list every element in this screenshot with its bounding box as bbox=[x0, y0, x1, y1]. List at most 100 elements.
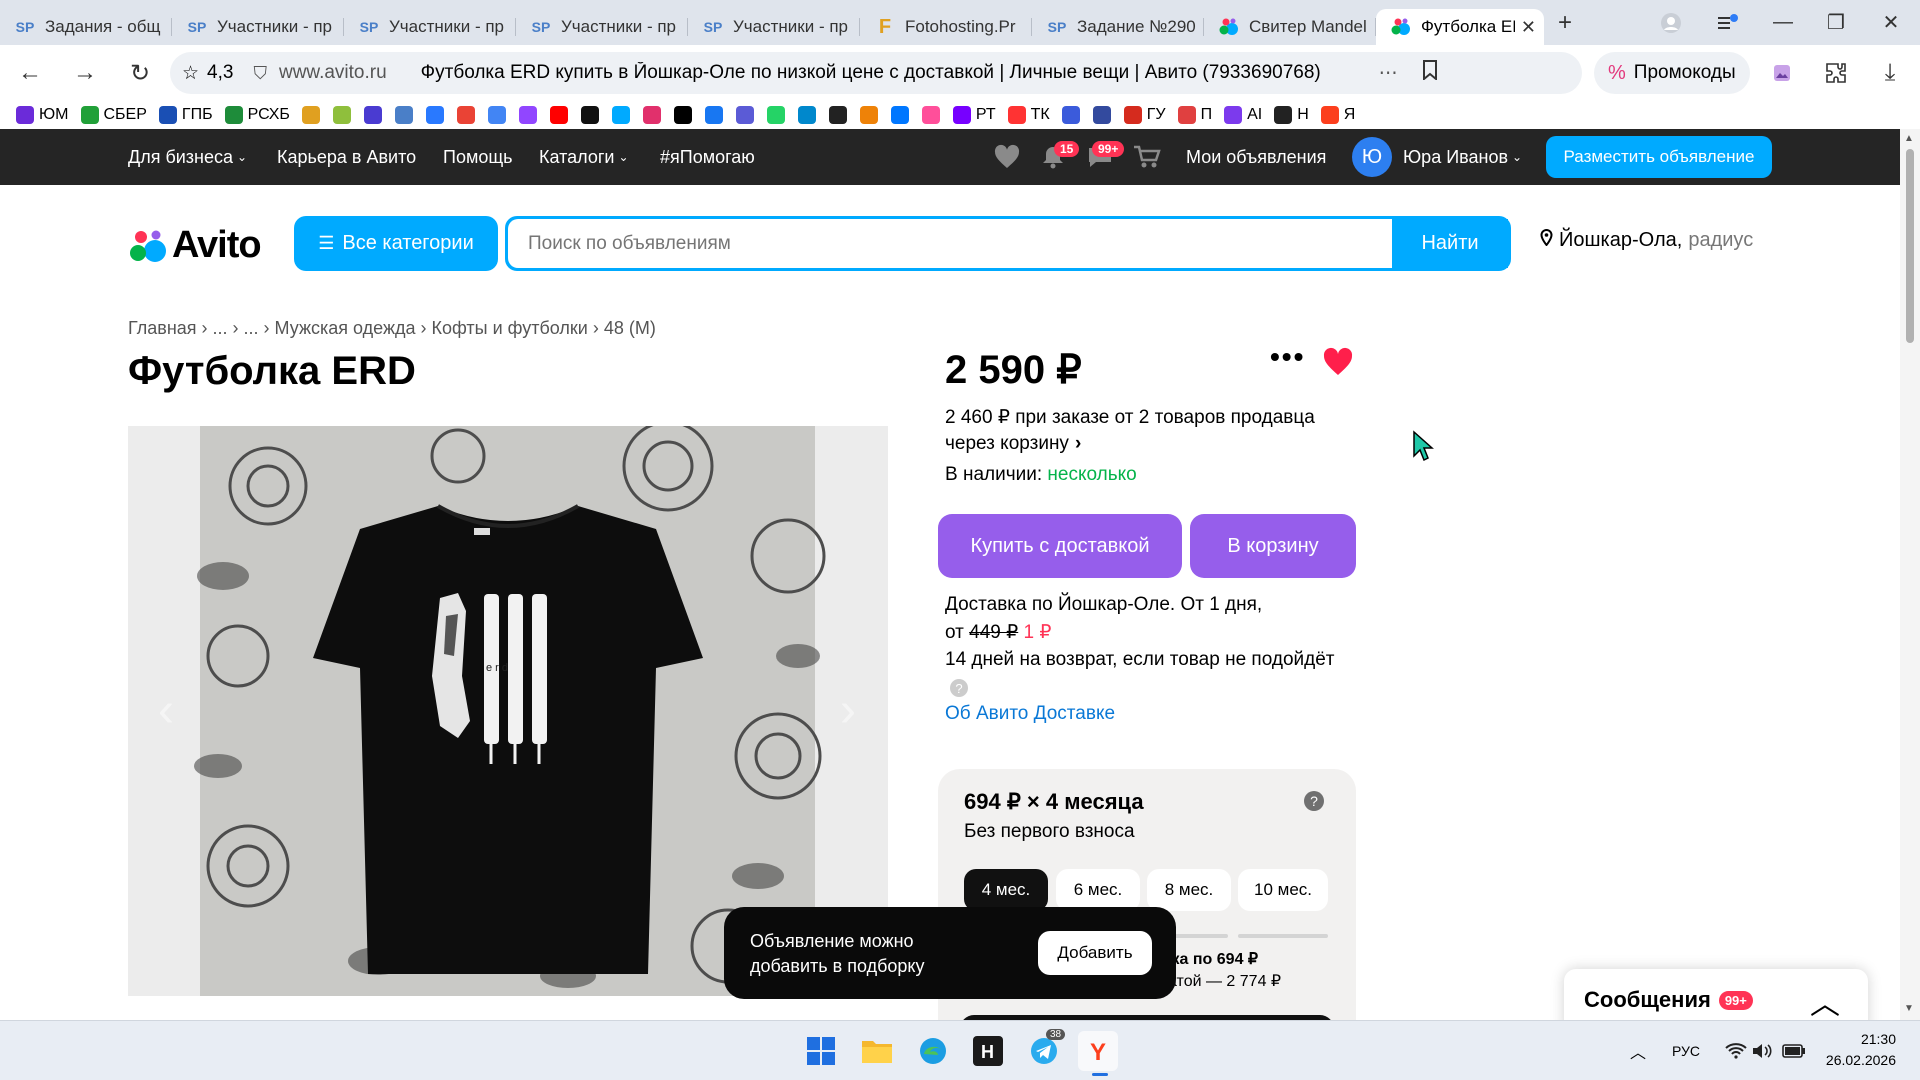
clock-time[interactable]: 21:30 bbox=[1826, 1031, 1896, 1047]
browser-tab[interactable]: SP Участники - пр bbox=[172, 9, 344, 45]
bookmark-item[interactable]: AI bbox=[1224, 106, 1262, 124]
minimize-icon[interactable]: — bbox=[1758, 0, 1808, 45]
language-indicator[interactable]: РУС bbox=[1666, 1031, 1706, 1071]
bookmark-item[interactable]: РСХБ bbox=[224, 106, 290, 124]
toast-add-button[interactable]: Добавить bbox=[1038, 931, 1152, 975]
breadcrumb-item[interactable]: Кофты и футболки bbox=[432, 318, 588, 338]
tray-chevron-up-icon[interactable]: ︿ bbox=[1618, 1031, 1658, 1071]
bookmark-item[interactable]: СБЕР bbox=[80, 106, 147, 124]
search-button[interactable]: Найти bbox=[1392, 219, 1508, 268]
bookmark-item[interactable] bbox=[704, 106, 728, 124]
favorites-icon[interactable] bbox=[993, 129, 1021, 185]
promo-button[interactable]: % Промокоды bbox=[1594, 52, 1750, 94]
gallery-next-icon[interactable]: › bbox=[840, 684, 856, 737]
location-selector[interactable]: Йошкар-Ола, радиус bbox=[1540, 228, 1753, 252]
notifications-icon[interactable]: 15 bbox=[1040, 129, 1080, 185]
bookmark-item[interactable] bbox=[518, 106, 542, 124]
nav-ihelp[interactable]: #яПомогаю bbox=[660, 129, 755, 185]
bookmark-item[interactable]: ГУ bbox=[1123, 106, 1166, 124]
bookmark-item[interactable]: ГПБ bbox=[158, 106, 213, 124]
cart-icon[interactable] bbox=[1132, 129, 1162, 185]
bookmark-item[interactable] bbox=[766, 106, 790, 124]
messages-widget[interactable]: Сообщения 99+ ︿ bbox=[1564, 969, 1868, 1020]
browser-tab[interactable]: F Fotohosting.Pr bbox=[860, 9, 1032, 45]
browser-tab[interactable]: SP Участники - пр bbox=[516, 9, 688, 45]
chevron-up-icon[interactable]: ︿ bbox=[1810, 979, 1840, 1020]
new-tab-button[interactable]: + bbox=[1550, 8, 1580, 38]
breadcrumb-item[interactable]: Главная bbox=[128, 318, 197, 338]
breadcrumb-item[interactable]: 48 (M) bbox=[604, 318, 656, 338]
breadcrumb-item[interactable]: Мужская одежда bbox=[275, 318, 416, 338]
avito-logo[interactable]: Avito bbox=[128, 224, 262, 267]
more-options-icon[interactable]: ••• bbox=[1270, 341, 1305, 373]
yandex-browser-icon[interactable]: Y bbox=[1078, 1031, 1118, 1071]
help-icon[interactable]: ? bbox=[950, 679, 968, 697]
browser-tab[interactable]: SP Задания - общ bbox=[0, 9, 172, 45]
bookmark-item[interactable] bbox=[890, 106, 914, 124]
bookmark-item[interactable] bbox=[611, 106, 635, 124]
buy-with-delivery-button[interactable]: Купить с доставкой bbox=[938, 514, 1182, 578]
download-icon[interactable]: ⤓ bbox=[1868, 53, 1912, 93]
bookmark-item[interactable] bbox=[642, 106, 666, 124]
via-cart-link[interactable]: через корзину › bbox=[945, 433, 1081, 455]
scrollbar-thumb[interactable] bbox=[1906, 149, 1914, 343]
bookmark-item[interactable] bbox=[673, 106, 697, 124]
bookmark-item[interactable] bbox=[301, 106, 325, 124]
scroll-down-icon[interactable]: ▼ bbox=[1904, 1003, 1914, 1014]
extensions-icon[interactable] bbox=[1814, 53, 1858, 93]
battery-icon[interactable] bbox=[1774, 1031, 1814, 1071]
forward-icon[interactable]: → bbox=[63, 53, 107, 93]
bookmark-item[interactable] bbox=[735, 106, 759, 124]
file-explorer-icon[interactable] bbox=[857, 1031, 897, 1071]
star-icon[interactable]: ☆ bbox=[182, 62, 199, 85]
shield-icon[interactable]: ⛉ bbox=[253, 63, 267, 84]
all-categories-button[interactable]: ☰ Все категории bbox=[294, 216, 498, 271]
breadcrumb-item[interactable]: ... bbox=[244, 318, 259, 338]
restore-icon[interactable]: ❐ bbox=[1811, 0, 1861, 45]
about-delivery-link[interactable]: Об Авито Доставке bbox=[945, 703, 1115, 725]
bookmark-item[interactable] bbox=[394, 106, 418, 124]
term-4-months[interactable]: 4 мес. bbox=[964, 869, 1048, 911]
help-icon[interactable]: ? bbox=[1304, 791, 1324, 811]
bookmark-icon[interactable] bbox=[1422, 60, 1438, 86]
bookmark-item[interactable]: Н bbox=[1274, 106, 1309, 124]
bookmark-item[interactable]: ТК bbox=[1007, 106, 1050, 124]
browser-tab[interactable]: Футболка ERD ✕ bbox=[1376, 9, 1544, 45]
close-tab-icon[interactable]: ✕ bbox=[1521, 17, 1536, 38]
telegram-icon[interactable]: 38 bbox=[1024, 1029, 1066, 1071]
page-scrollbar[interactable]: ▲ ▼ bbox=[1900, 129, 1920, 1020]
bookmark-item[interactable] bbox=[425, 106, 449, 124]
browser-tab[interactable]: SP Участники - пр bbox=[344, 9, 516, 45]
bookmark-item[interactable] bbox=[332, 106, 356, 124]
search-input[interactable] bbox=[508, 219, 1392, 268]
favorite-heart-icon[interactable] bbox=[1322, 347, 1354, 383]
bookmark-item[interactable]: ЮМ bbox=[16, 106, 69, 124]
user-menu[interactable]: Ю Юра Иванов ⌄ bbox=[1352, 129, 1522, 185]
nav-catalogs[interactable]: Каталоги ⌄ bbox=[539, 129, 629, 185]
close-window-icon[interactable]: ✕ bbox=[1866, 0, 1916, 45]
bookmark-item[interactable] bbox=[1061, 106, 1085, 124]
post-ad-button[interactable]: Разместить объявление bbox=[1546, 136, 1772, 178]
browser-tab[interactable]: Свитер Mandel bbox=[1204, 9, 1376, 45]
bookmark-item[interactable] bbox=[487, 106, 511, 124]
more-icon[interactable]: ⋯ bbox=[1379, 62, 1400, 85]
bookmark-item[interactable]: РТ bbox=[952, 106, 996, 124]
term-10-months[interactable]: 10 мес. bbox=[1238, 869, 1328, 911]
bookmark-item[interactable] bbox=[549, 106, 573, 124]
reload-icon[interactable]: ↻ bbox=[118, 53, 162, 93]
nav-business[interactable]: Для бизнеса ⌄ bbox=[128, 129, 247, 185]
tab-list-icon[interactable] bbox=[1703, 0, 1753, 45]
clock-date[interactable]: 26.02.2026 bbox=[1816, 1052, 1896, 1068]
bookmark-item[interactable] bbox=[363, 106, 387, 124]
bookmark-item[interactable] bbox=[828, 106, 852, 124]
bookmark-item[interactable] bbox=[1092, 106, 1116, 124]
bookmark-item[interactable]: П bbox=[1177, 106, 1212, 124]
messages-icon[interactable]: 99+ bbox=[1086, 129, 1125, 185]
nav-career[interactable]: Карьера в Авито bbox=[277, 129, 416, 185]
app-h-icon[interactable]: H bbox=[968, 1031, 1008, 1071]
bookmark-item[interactable] bbox=[580, 106, 604, 124]
scroll-up-icon[interactable]: ▲ bbox=[1904, 133, 1914, 144]
bookmark-item[interactable] bbox=[456, 106, 480, 124]
add-to-cart-button[interactable]: В корзину bbox=[1190, 514, 1356, 578]
breadcrumb-item[interactable]: ... bbox=[213, 318, 228, 338]
